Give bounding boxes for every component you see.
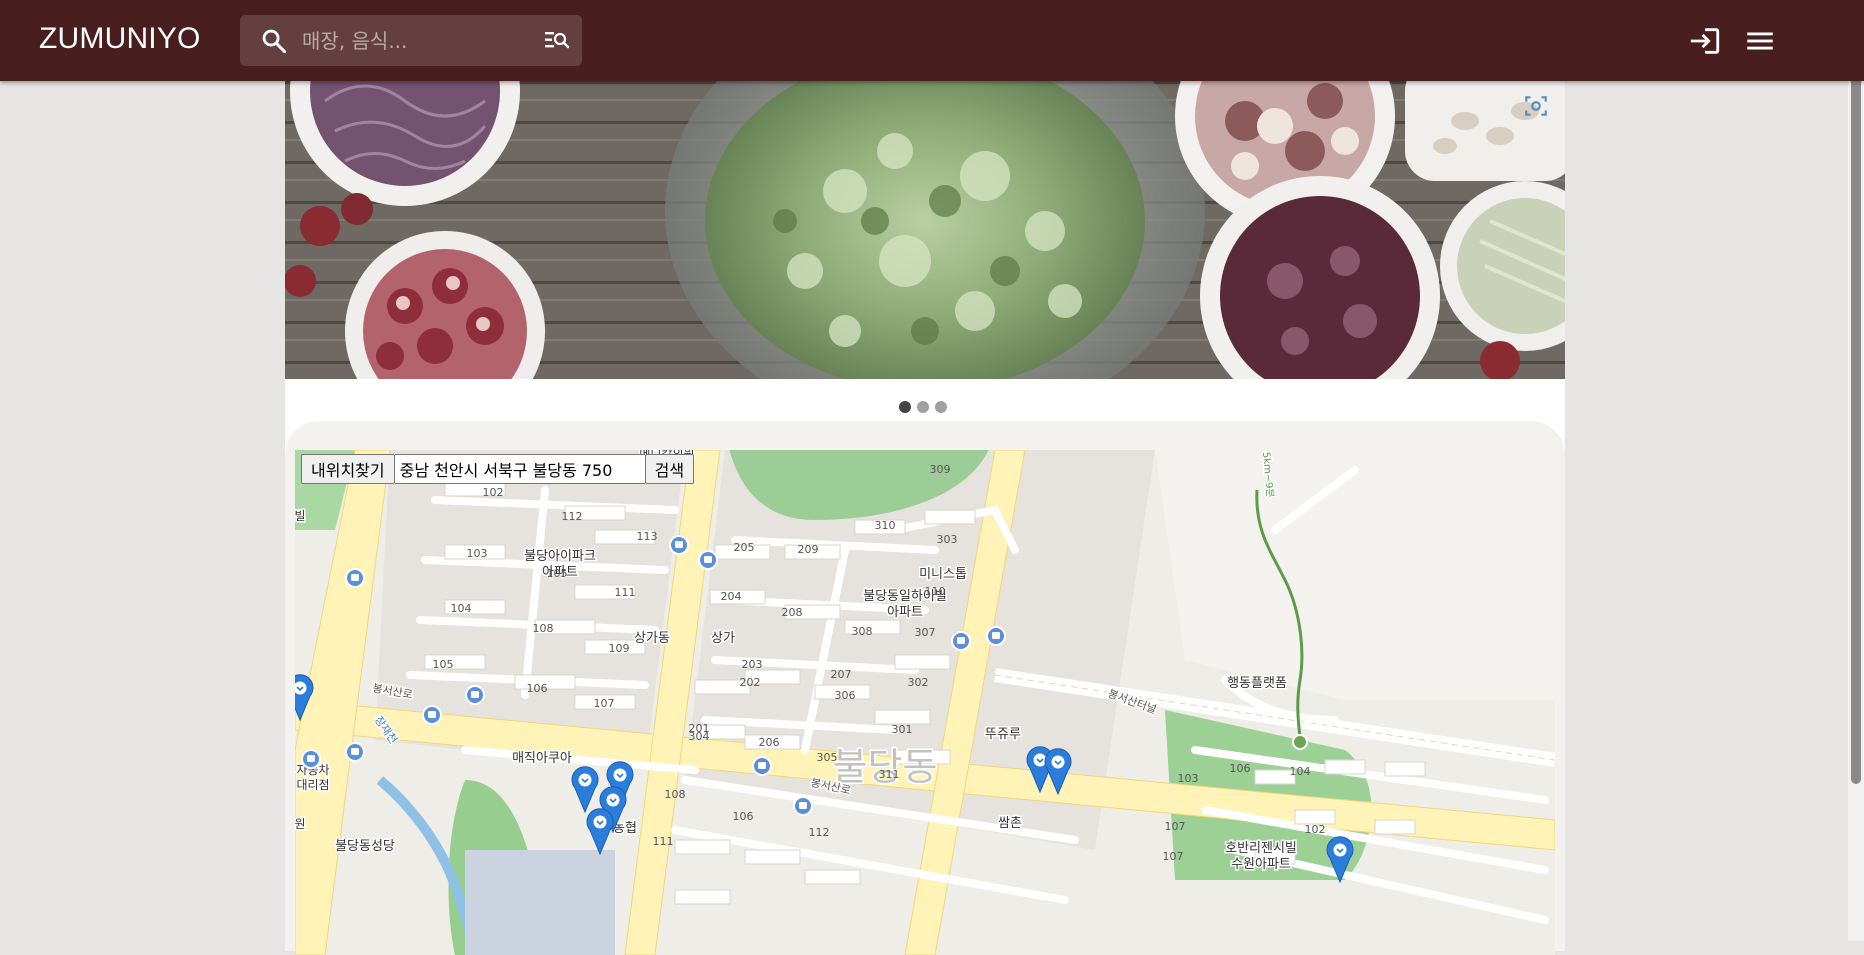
building-number: 111 (653, 835, 674, 848)
building-number: 205 (734, 541, 755, 554)
main-content: 불당동 불당아이파크 아파트 불당동일하이빌 아파트 상가동 상가 미니스톱 매직아쿠아 행동플랫… (285, 81, 1565, 955)
building-number: 204 (721, 590, 742, 603)
bus-stop-icon (428, 711, 436, 718)
bus-stop-icon (992, 632, 1000, 639)
place-label-apt3: 수원아파트 (1231, 857, 1291, 872)
building-number: 303 (937, 533, 958, 546)
building-number: 106 (1230, 762, 1251, 775)
map-canvas[interactable]: 불당동불당아이파크아파트불당동일하이빌아파트상가동 상가미니스톱매직아쿠아행동플랫… (295, 450, 1555, 955)
building-number: 112 (562, 510, 583, 523)
building-number: 310 (875, 519, 896, 532)
brand-logo[interactable]: ZUMUNIYO (39, 22, 201, 56)
app-bar: ZUMUNIYO (0, 0, 1864, 81)
building-number: 113 (637, 530, 658, 543)
building-number: 104 (451, 602, 472, 615)
building-number: 111 (615, 586, 636, 599)
building-number: 206 (759, 736, 780, 749)
building-number: 302 (908, 676, 929, 689)
place-label-apt3: 호반리젠시빌 (1225, 841, 1297, 856)
bus-stop-icon (351, 748, 359, 755)
place-label-bakery: 뚜쥬루 (985, 727, 1021, 742)
place-label-car: 대리점 (296, 778, 329, 792)
map-card: 불당동 불당아이파크 아파트 불당동일하이빌 아파트 상가동 상가 미니스톱 매직아쿠아 행동플랫… (285, 421, 1565, 955)
bus-stop-icon (957, 637, 965, 644)
building-number: 207 (831, 668, 852, 681)
carousel-dot-2[interactable] (917, 401, 929, 413)
bus-stop-icon (675, 541, 683, 548)
location-marker-dot (606, 793, 620, 807)
building-number: 311 (879, 768, 900, 781)
building-number: 107 (1165, 820, 1186, 833)
location-marker-dot (613, 768, 627, 782)
building-number: 305 (817, 751, 838, 764)
building-number: 308 (852, 625, 873, 638)
building-number: 102 (1305, 823, 1326, 836)
search-box[interactable] (240, 15, 582, 66)
search-icon (262, 29, 287, 54)
page-scrollbar-thumb[interactable] (1851, 24, 1861, 784)
building-number: 208 (782, 606, 803, 619)
search-input[interactable] (300, 25, 519, 57)
bus-stop-icon (471, 691, 479, 698)
place-label-restaurant: 쌈촌 (998, 816, 1022, 831)
login-icon[interactable] (1688, 24, 1722, 58)
building-number: 105 (433, 658, 454, 671)
building-number: 109 (609, 642, 630, 655)
location-marker-dot (1051, 755, 1065, 769)
building-number: 309 (930, 463, 951, 476)
building-number: 202 (740, 676, 761, 689)
building-number: 108 (533, 622, 554, 635)
building-number: 103 (467, 547, 488, 560)
place-label-apt2: 아파트 (887, 605, 923, 620)
building-number: 108 (665, 788, 686, 801)
my-location-button[interactable]: 내위치찾기 (301, 454, 395, 484)
bus-stop-icon (307, 755, 315, 762)
bus-stop-icon (351, 574, 359, 581)
filter-search-icon[interactable] (544, 29, 570, 51)
place-label-edge: 원 (295, 817, 306, 831)
carousel-dot-3[interactable] (935, 401, 947, 413)
map-view[interactable]: 불당동 불당아이파크 아파트 불당동일하이빌 아파트 상가동 상가 미니스톱 매직아쿠아 행동플랫… (295, 450, 1555, 955)
hero-carousel-image[interactable] (285, 81, 1565, 379)
place-label-edge: 빌 (295, 509, 306, 523)
building-number: 304 (689, 730, 710, 743)
location-marker-dot (578, 773, 592, 787)
place-label-ministop: 미니스톱 (919, 567, 967, 582)
building-number: 306 (835, 689, 856, 702)
building-number: 112 (809, 826, 830, 839)
bus-stop-icon (704, 556, 712, 563)
building-number: 301 (892, 723, 913, 736)
building-number: 106 (527, 682, 548, 695)
building-number: 107 (1163, 850, 1184, 863)
building-number: 106 (733, 810, 754, 823)
building-number: 102 (483, 486, 504, 499)
district-label: 불당동 (833, 745, 938, 789)
place-label-apt1: 불당아이파크 (524, 549, 596, 564)
place-label-platform: 행동플랫폼 (1227, 675, 1287, 691)
place-label-aqua: 매직아쿠아 (512, 751, 572, 766)
building-number: 103 (1178, 772, 1199, 785)
address-input[interactable] (394, 454, 645, 484)
menu-icon[interactable] (1743, 24, 1777, 58)
building-number: 203 (742, 658, 763, 671)
building-number: 110 (925, 585, 946, 598)
bus-stop-icon (799, 802, 807, 809)
location-marker-dot (1033, 753, 1047, 767)
building-number: 107 (594, 697, 615, 710)
building-number: 209 (798, 543, 819, 556)
building-number: 104 (1290, 765, 1311, 778)
bus-stop-icon (758, 762, 766, 769)
carousel-dot-1[interactable] (899, 401, 911, 413)
location-marker-dot (593, 815, 607, 829)
map-controls: 내위치찾기 검색 (301, 454, 695, 484)
place-label-church: 불당동성당 (335, 839, 395, 854)
image-capture-icon[interactable] (1523, 93, 1549, 119)
location-marker-dot (1333, 843, 1347, 857)
building-number: 105 (547, 567, 568, 580)
place-label-shop: 상가 (711, 631, 735, 646)
place-label-shop: 상가동 (634, 631, 670, 646)
building-number: 307 (915, 626, 936, 639)
food-photo (285, 81, 1565, 379)
map-search-button[interactable]: 검색 (644, 454, 695, 484)
